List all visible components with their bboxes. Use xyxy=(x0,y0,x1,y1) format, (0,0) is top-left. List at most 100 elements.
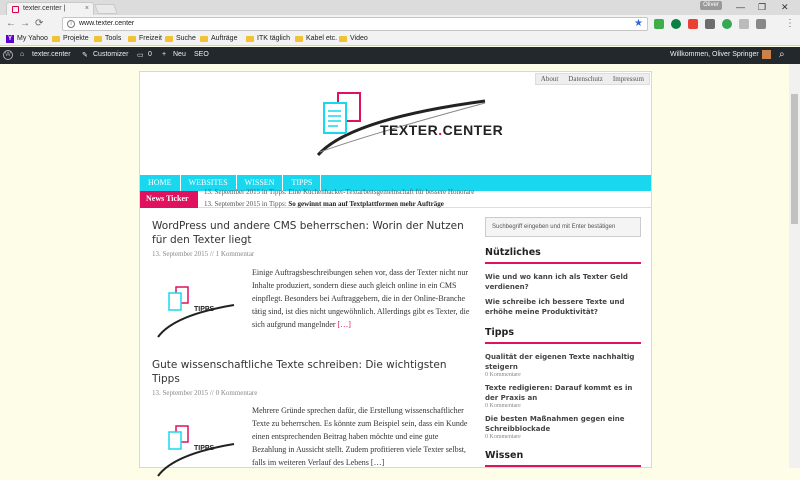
maximize-icon[interactable]: ❐ xyxy=(758,2,766,13)
post-title[interactable]: WordPress und andere CMS beherrschen: Wo… xyxy=(152,219,472,247)
comment-count: 0 Kommentare xyxy=(485,434,521,440)
widget-tipps: Tipps Qualität der eigenen Texte nachhal… xyxy=(485,327,641,440)
folder-icon xyxy=(295,36,303,42)
news-ticker-label: News Ticker xyxy=(140,191,198,208)
comment-count: 0 Kommentare xyxy=(485,403,521,409)
back-icon[interactable]: ← xyxy=(6,18,16,29)
widget-title: Tipps xyxy=(485,327,641,344)
plus-icon: + xyxy=(162,51,167,58)
info-icon[interactable]: i xyxy=(67,20,75,28)
toplink-about[interactable]: About xyxy=(536,74,564,84)
sidebar-search-input[interactable]: Suchbegriff eingeben und mit Enter bestä… xyxy=(485,217,641,237)
widget-link[interactable]: Wie schreibe ich bessere Texte und erhöh… xyxy=(485,297,641,317)
folder-icon xyxy=(246,36,254,42)
bookmark-folder-video[interactable]: Video xyxy=(339,35,368,42)
bookmark-folder-freizeit[interactable]: Freizeit xyxy=(128,35,162,42)
comment-icon: ▭ xyxy=(137,52,144,59)
page-scrollbar[interactable] xyxy=(789,64,800,468)
bookmark-folder-auftraege[interactable]: Aufträge xyxy=(200,35,237,42)
url-text: www.texter.center xyxy=(79,20,135,27)
wp-search-icon[interactable]: ⌕ xyxy=(779,49,785,60)
extension-gray-icon[interactable] xyxy=(705,19,715,29)
post-item: Gute wissenschaftliche Texte schreiben: … xyxy=(152,358,472,477)
post-title[interactable]: Gute wissenschaftliche Texte schreiben: … xyxy=(152,358,472,386)
wp-home-icon[interactable]: ⌂ xyxy=(20,51,24,58)
extension-red-icon[interactable] xyxy=(688,19,698,29)
tab-title: texter.center | xyxy=(23,5,66,12)
widget-link[interactable]: Wie und wo kann ich als Texter Geld verd… xyxy=(485,272,641,292)
read-more-link[interactable]: […] xyxy=(338,320,351,329)
browser-tab[interactable]: texter.center | × xyxy=(6,2,94,15)
folder-icon xyxy=(339,36,347,42)
wp-new-link[interactable]: Neu xyxy=(173,51,186,58)
nav-home[interactable]: HOME xyxy=(140,175,181,191)
post-meta: 13. September 2015 // 0 Kommentare xyxy=(152,389,258,397)
address-toolbar: ← → ⟳ i www.texter.center ★ ⋮ xyxy=(0,15,800,33)
wp-comments-count[interactable]: 0 xyxy=(148,51,152,58)
site-favicon-icon xyxy=(12,6,19,13)
news-ticker: News Ticker 13. September 2015 in Tipps:… xyxy=(140,188,651,208)
post-excerpt: Mehrere Gründe sprechen dafür, die Erste… xyxy=(252,406,468,467)
wp-seo-link[interactable]: SEO xyxy=(194,51,209,58)
widget-link[interactable]: Die besten Maßnahmen gegen eine Schreibb… xyxy=(485,414,641,434)
brush-icon: ✎ xyxy=(82,52,88,59)
widget-title: Nützliches xyxy=(485,247,641,264)
extension-icon[interactable] xyxy=(654,19,664,29)
yahoo-icon: Y xyxy=(6,35,14,43)
close-window-icon[interactable]: ✕ xyxy=(781,2,789,13)
tab-close-icon[interactable]: × xyxy=(85,5,89,12)
widget-nuetzliches: Nützliches Wie und wo kann ich als Texte… xyxy=(485,247,641,317)
widget-title: Wissen xyxy=(485,450,641,467)
browser-tab-strip: texter.center | × Oliver — ❐ ✕ xyxy=(0,0,800,15)
bookmark-star-icon[interactable]: ★ xyxy=(634,18,643,29)
widget-link[interactable]: Texte redigieren: Darauf kommt es in der… xyxy=(485,383,641,403)
menu-icon[interactable]: ⋮ xyxy=(785,18,795,29)
profile-badge[interactable]: Oliver xyxy=(700,1,722,10)
ticker-item[interactable]: 13. September 2015 in Tipps: Eine Kuchen… xyxy=(204,188,644,196)
widget-wissen: Wissen xyxy=(485,450,641,467)
scrollbar-thumb[interactable] xyxy=(791,94,798,224)
site-container: About Datenschutz Impressum TEXTER.CENTE… xyxy=(139,71,652,477)
svg-text:TIPPS: TIPPS xyxy=(194,306,215,313)
bookmark-my-yahoo[interactable]: Y My Yahoo xyxy=(6,35,48,43)
toplink-datenschutz[interactable]: Datenschutz xyxy=(563,74,608,84)
folder-icon xyxy=(94,36,102,42)
wp-site-link[interactable]: texter.center xyxy=(32,51,71,58)
address-bar[interactable]: i www.texter.center ★ xyxy=(62,17,648,31)
sidebar: Suchbegriff eingeben und mit Enter bestä… xyxy=(485,217,641,467)
post-meta: 13. September 2015 // 1 Kommentar xyxy=(152,250,255,258)
wordpress-logo-icon[interactable]: W xyxy=(3,50,13,60)
evernote-icon[interactable] xyxy=(671,19,681,29)
bookmark-folder-tools[interactable]: Tools xyxy=(94,35,121,42)
bookmark-folder-itk[interactable]: ITK täglich xyxy=(246,35,290,42)
new-tab-button[interactable] xyxy=(94,4,118,14)
minimize-icon[interactable]: — xyxy=(736,2,745,12)
avatar[interactable] xyxy=(762,50,771,59)
bookmark-folder-projekte[interactable]: Projekte xyxy=(52,35,89,42)
forward-icon[interactable]: → xyxy=(20,18,30,29)
post-excerpt: Einige Auftragsbeschreibungen sehen vor,… xyxy=(252,268,470,329)
wp-admin-bar: W ⌂ texter.center ✎ Customizer ▭ 0 + Neu… xyxy=(0,47,800,64)
wp-greeting[interactable]: Willkommen, Oliver Springer xyxy=(670,51,759,58)
site-logo-text[interactable]: TEXTER.CENTER xyxy=(380,122,503,138)
folder-icon xyxy=(52,36,60,42)
extension-green-icon[interactable] xyxy=(722,19,732,29)
folder-icon xyxy=(165,36,173,42)
folder-icon xyxy=(200,36,208,42)
post-thumbnail-icon[interactable]: TIPPS xyxy=(154,281,244,341)
comment-count: 0 Kommentare xyxy=(485,372,521,378)
folder-icon xyxy=(128,36,136,42)
post-thumbnail-icon[interactable]: TIPPS xyxy=(154,420,244,480)
extension-shield-icon[interactable] xyxy=(756,19,766,29)
top-links: About Datenschutz Impressum xyxy=(534,73,650,85)
extension-puzzle-icon[interactable] xyxy=(739,19,749,29)
bookmark-folder-suche[interactable]: Suche xyxy=(165,35,196,42)
post-item: WordPress und andere CMS beherrschen: Wo… xyxy=(152,219,472,338)
ticker-item[interactable]: 13. September 2015 in Tipps: So gewinnt … xyxy=(204,200,444,208)
toplink-impressum[interactable]: Impressum xyxy=(608,74,649,84)
widget-link[interactable]: Qualität der eigenen Texte nachhaltig st… xyxy=(485,352,641,372)
bookmarks-bar: Y My Yahoo Projekte Tools Freizeit Suche … xyxy=(0,33,800,46)
bookmark-folder-kabel[interactable]: Kabel etc. xyxy=(295,35,337,42)
wp-customizer-link[interactable]: Customizer xyxy=(93,51,128,58)
reload-icon[interactable]: ⟳ xyxy=(35,18,43,29)
